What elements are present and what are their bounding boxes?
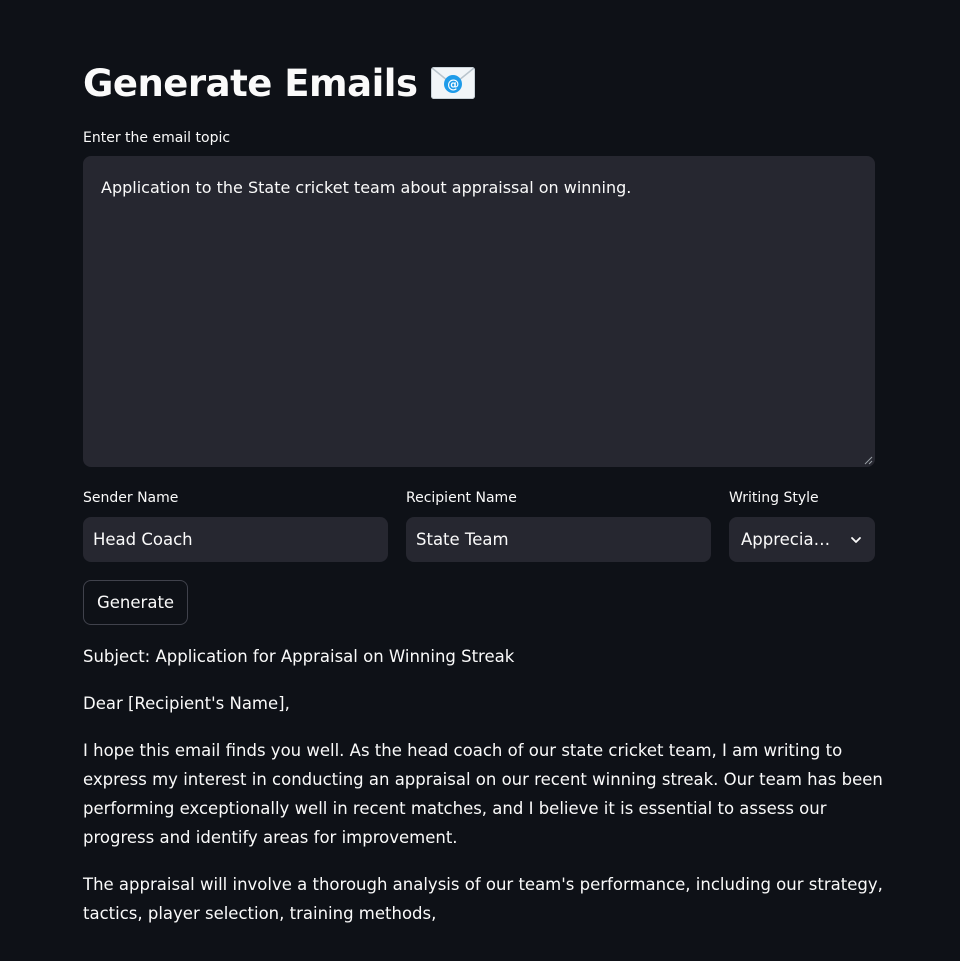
writing-style-label: Writing Style (729, 490, 819, 506)
topic-label: Enter the email topic (83, 130, 231, 146)
envelope-with-arrow-icon: @ (431, 67, 476, 99)
sender-name-label: Sender Name (83, 490, 179, 506)
email-topic-textarea[interactable]: Application to the State cricket team ab… (83, 156, 875, 467)
writing-style-value: Apprecia… (741, 530, 831, 549)
page-title: Generate Emails @ (83, 56, 476, 110)
recipient-name-label: Recipient Name (406, 490, 517, 506)
email-topic-value: Application to the State cricket team ab… (101, 178, 632, 197)
writing-style-select[interactable]: Apprecia… (729, 517, 875, 562)
chevron-down-icon (851, 536, 861, 543)
generate-button[interactable]: Generate (83, 580, 189, 625)
generate-button-label: Generate (97, 593, 175, 612)
generated-email-output: Subject: Application for Appraisal on Wi… (83, 642, 883, 946)
recipient-name-value: State Team (416, 530, 509, 549)
page-title-text: Generate Emails (83, 61, 418, 105)
svg-text:@: @ (448, 78, 460, 92)
sender-name-input[interactable]: Head Coach (83, 517, 388, 562)
email-greeting: Dear [Recipient's Name], (83, 694, 290, 713)
email-paragraph-2: The appraisal will involve a thorough an… (83, 875, 883, 923)
sender-name-value: Head Coach (93, 530, 193, 549)
email-paragraph-1: I hope this email finds you well. As the… (83, 741, 883, 847)
recipient-name-input[interactable]: State Team (406, 517, 711, 562)
email-subject: Subject: Application for Appraisal on Wi… (83, 647, 515, 666)
resize-handle-icon[interactable] (863, 455, 873, 465)
